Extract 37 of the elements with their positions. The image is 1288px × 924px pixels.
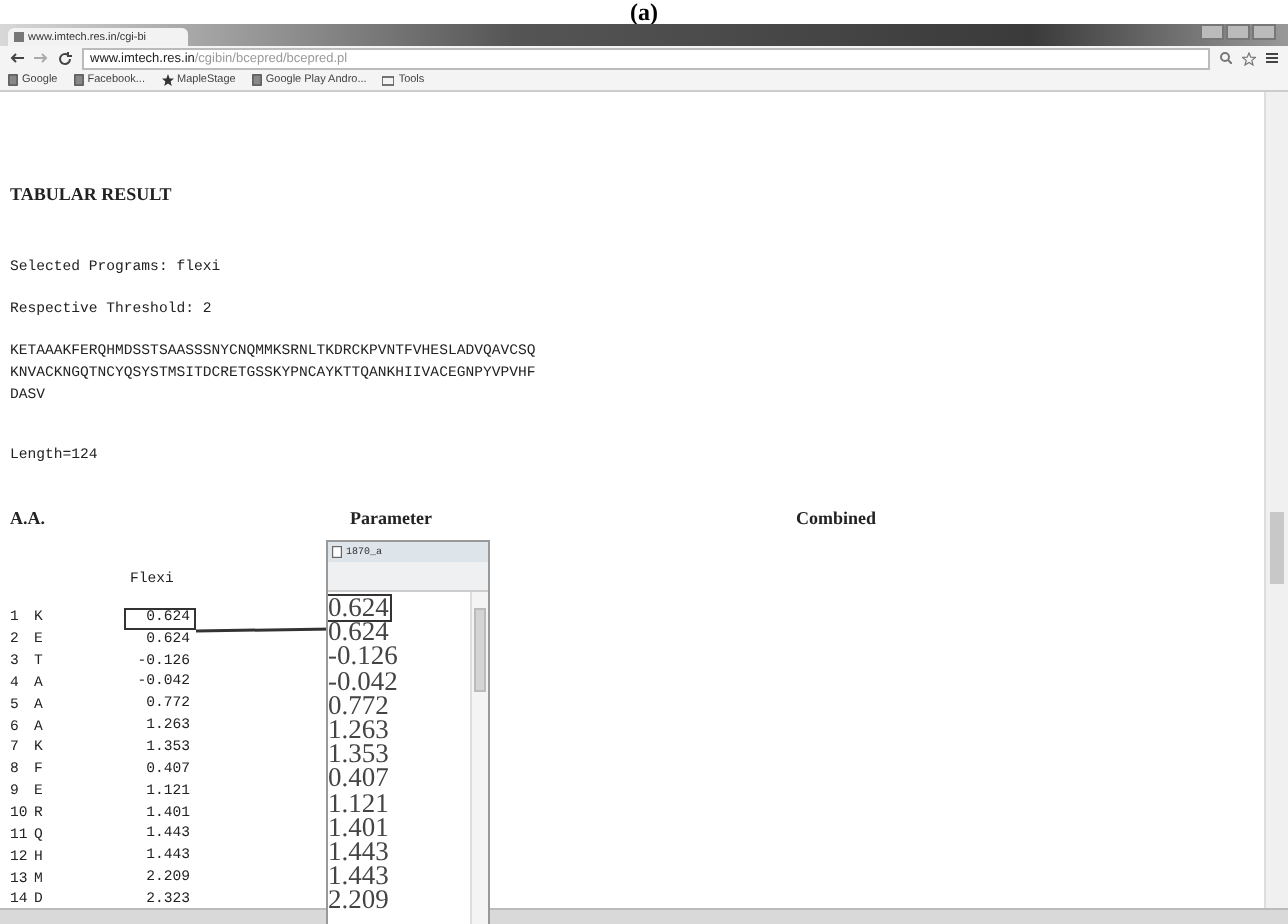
column-header: Combined <box>796 508 879 528</box>
value-line: 0.624 <box>328 596 391 621</box>
star-icon <box>161 74 173 86</box>
value-line: 1.443 <box>328 839 391 865</box>
result-heading: TABULAR RESULT <box>10 184 174 204</box>
close-button[interactable] <box>1252 24 1276 40</box>
notepad-icon <box>332 546 342 558</box>
search-icon[interactable] <box>1220 52 1232 64</box>
page-icon <box>73 74 84 86</box>
scrollbar[interactable] <box>470 592 488 924</box>
value-line: 1.401 <box>328 815 391 840</box>
reload-icon[interactable] <box>58 51 72 65</box>
value-line: 2.209 <box>328 888 391 913</box>
value-line: -0.042 <box>328 669 400 694</box>
scrollbar[interactable] <box>1264 92 1288 908</box>
page-icon <box>251 74 262 86</box>
figure-label: (a) <box>628 0 660 24</box>
minimize-button[interactable] <box>1200 24 1224 40</box>
value-line: 1.443 <box>328 864 391 889</box>
value-line: 1.121 <box>328 791 391 816</box>
value-line: 1.353 <box>328 742 391 767</box>
value-line: 1.263 <box>328 717 391 743</box>
value-line: 0.407 <box>328 766 391 791</box>
maximize-button[interactable] <box>1226 24 1250 40</box>
column-header: Parameter <box>350 508 434 528</box>
folder-icon <box>382 75 395 85</box>
star-icon[interactable] <box>1242 51 1256 65</box>
value-line: 0.772 <box>328 693 389 718</box>
column-header: A.A. <box>10 508 47 528</box>
menu-icon[interactable] <box>1266 52 1278 64</box>
page-icon <box>8 74 18 86</box>
leader-line <box>196 624 332 636</box>
forward-icon[interactable] <box>34 52 48 64</box>
back-icon[interactable] <box>10 52 24 64</box>
value-line: -0.126 <box>328 644 400 670</box>
page-icon <box>14 32 24 42</box>
value-line: 0.624 <box>328 620 389 645</box>
